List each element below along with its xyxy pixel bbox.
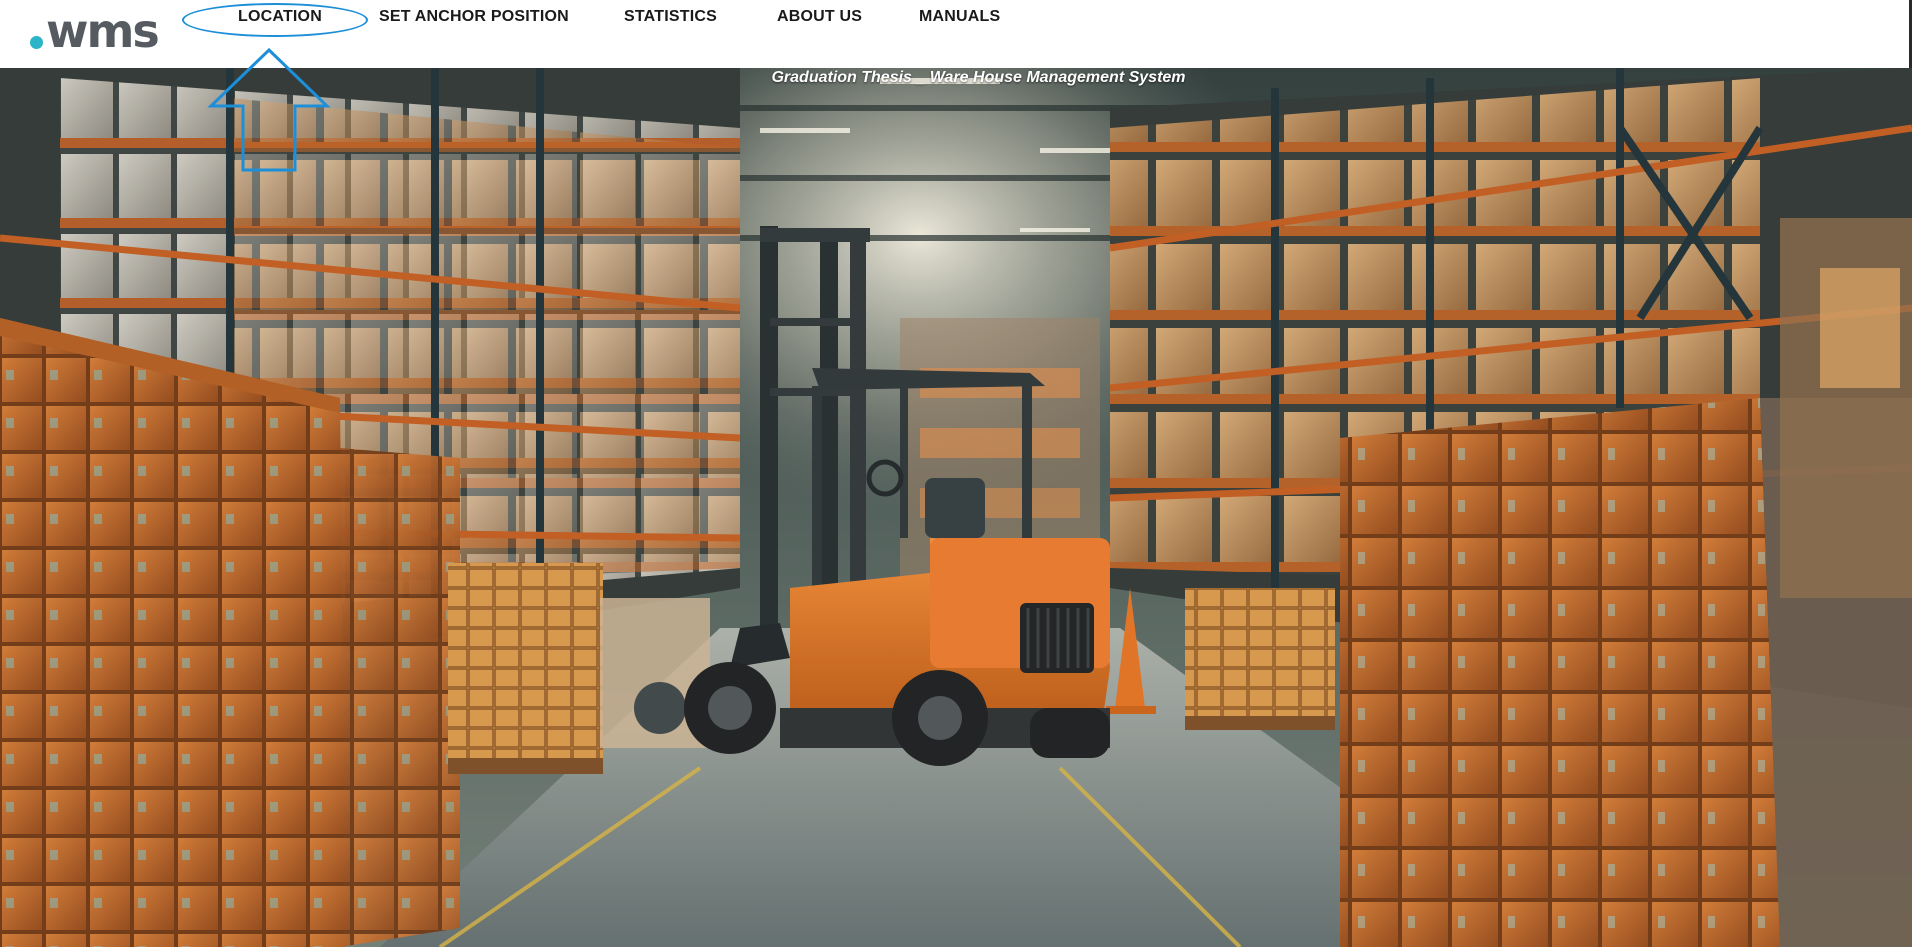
- main-nav: LOCATION SET ANCHOR POSITION STATISTICS …: [0, 0, 1912, 36]
- nav-location[interactable]: LOCATION: [238, 8, 322, 26]
- hero-caption: Graduation Thesis _ Ware House Managemen…: [771, 69, 1186, 86]
- logo-dot: [30, 36, 43, 49]
- nav-statistics[interactable]: STATISTICS: [624, 8, 717, 26]
- hero-banner: Graduation Thesis _ Ware House Managemen…: [0, 68, 1912, 947]
- app-root: wms LOCATION SET ANCHOR POSITION STATIST…: [0, 0, 1912, 947]
- nav-set-anchor-position[interactable]: SET ANCHOR POSITION: [379, 8, 569, 26]
- top-navbar: wms LOCATION SET ANCHOR POSITION STATIST…: [0, 0, 1912, 68]
- warehouse-hero-image: [0, 68, 1912, 947]
- nav-manuals[interactable]: MANUALS: [919, 8, 1000, 26]
- nav-about-us[interactable]: ABOUT US: [777, 8, 862, 26]
